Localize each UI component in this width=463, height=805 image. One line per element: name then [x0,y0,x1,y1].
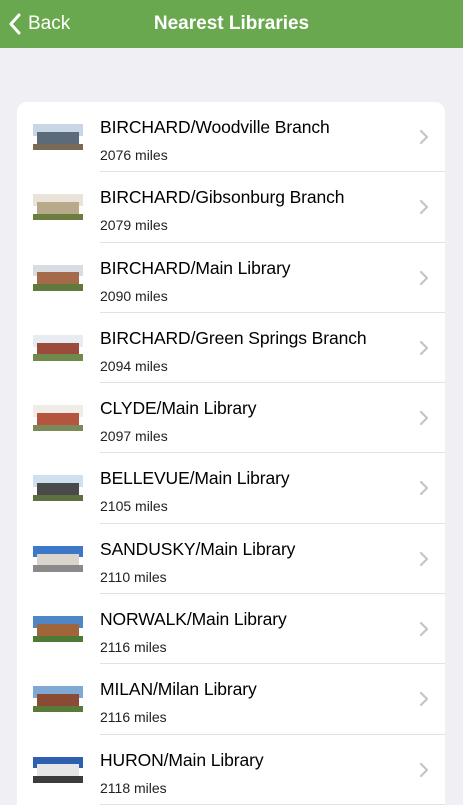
list-item[interactable]: NORWALK/Main Library 2116 miles [17,594,445,665]
chevron-right-icon [419,340,429,355]
list-item[interactable]: BIRCHARD/Woodville Branch 2076 miles [17,102,445,173]
list-item[interactable]: HURON/Main Library 2118 miles [17,735,445,805]
library-name: BIRCHARD/Gibsonburg Branch [100,187,345,208]
list-item[interactable]: SANDUSKY/Main Library 2110 miles [17,524,445,595]
library-text: CLYDE/Main Library 2097 miles [100,395,405,446]
chevron-right-icon [419,762,429,777]
library-name: BIRCHARD/Woodville Branch [100,117,330,137]
chevron-right-icon [419,200,429,215]
library-text: BIRCHARD/Green Springs Branch 2094 miles [100,325,405,376]
library-text: BELLEVUE/Main Library 2105 miles [100,465,405,516]
chevron-right-icon [419,129,429,145]
library-name: SANDUSKY/Main Library [100,538,296,559]
library-text: BIRCHARD/Woodville Branch 2076 miles [100,114,405,165]
chevron-right-icon [419,692,429,707]
library-text: BIRCHARD/Gibsonburg Branch 2079 miles [100,184,405,235]
back-label: Back [28,13,71,34]
library-distance: 2097 miles [100,428,168,445]
library-distance: 2118 miles [100,779,167,796]
library-photo [33,334,83,361]
library-photo [33,616,83,643]
library-photo [33,405,83,432]
chevron-right-icon [419,551,429,566]
library-distance: 2116 miles [100,639,167,656]
library-text: HURON/Main Library 2118 miles [100,747,405,798]
library-name: NORWALK/Main Library [100,609,287,630]
library-photo [33,124,83,150]
chevron-right-icon [419,621,429,637]
library-photo [33,264,83,291]
list-item[interactable]: BELLEVUE/Main Library 2105 miles [17,453,445,525]
list-item[interactable]: MILAN/Milan Library 2116 miles [17,664,445,735]
library-text: NORWALK/Main Library 2116 miles [100,606,405,657]
library-name: CLYDE/Main Library [100,398,257,419]
library-distance: 2094 miles [100,357,168,374]
library-distance: 2076 miles [100,147,168,163]
library-photo [33,545,83,572]
library-text: SANDUSKY/Main Library 2110 miles [100,536,405,587]
library-text: MILAN/Milan Library 2116 miles [100,676,405,727]
library-photo [33,194,83,221]
back-button[interactable]: Back [8,0,70,48]
library-distance: 2116 miles [100,709,167,726]
nav-bar: Back Nearest Libraries [0,0,463,48]
list-item[interactable]: BIRCHARD/Green Springs Branch 2094 miles [17,313,445,384]
library-list: BIRCHARD/Woodville Branch 2076 miles BIR… [17,102,445,805]
library-name: BIRCHARD/Green Springs Branch [100,327,367,348]
library-distance: 2090 miles [100,287,168,304]
chevron-right-icon [419,411,429,426]
library-name: BIRCHARD/Main Library [100,257,291,278]
library-text: BIRCHARD/Main Library 2090 miles [100,255,405,306]
library-name: BELLEVUE/Main Library [100,468,290,489]
chevron-right-icon [419,270,429,285]
library-photo [33,686,83,713]
list-item[interactable]: BIRCHARD/Gibsonburg Branch 2079 miles [17,172,445,243]
library-distance: 2079 miles [100,217,168,234]
list-item[interactable]: CLYDE/Main Library 2097 miles [17,383,445,454]
library-name: MILAN/Milan Library [100,679,257,700]
library-name: HURON/Main Library [100,749,264,770]
library-photo [33,475,83,502]
library-distance: 2105 miles [100,498,168,515]
library-photo [33,756,83,783]
chevron-right-icon [419,481,429,496]
list-item[interactable]: BIRCHARD/Main Library 2090 miles [17,243,445,314]
chevron-left-icon [9,13,21,35]
library-distance: 2110 miles [100,568,167,585]
